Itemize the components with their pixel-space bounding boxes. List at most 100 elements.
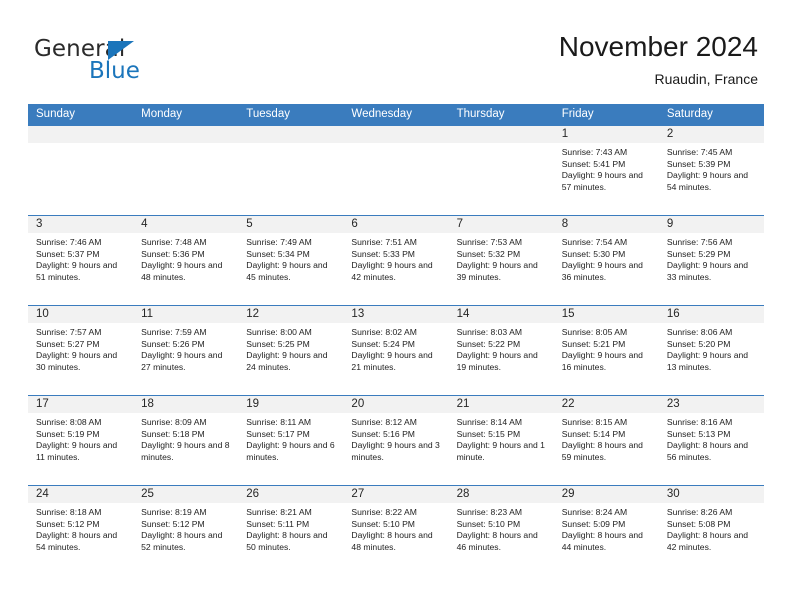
day-cell-inner: 10 Sunrise: 7:57 AM Sunset: 5:27 PM Dayligh… (28, 306, 134, 395)
calendar-day-cell[interactable]: 3 Sunrise: 7:46 AM Sunset: 5:37 PM Daylight… (28, 215, 134, 306)
calendar-day-cell[interactable]: 20 Sunrise: 8:12 AM Sunset: 5:16 PM Dayligh… (343, 395, 449, 486)
sunrise-time: Sunrise: 7:49 AM (246, 237, 312, 247)
day-number: 22 (553, 396, 659, 413)
day-details: Sunrise: 8:00 AM Sunset: 5:25 PM Daylight:… (238, 323, 343, 373)
sunrise-time: Sunrise: 7:59 AM (141, 327, 207, 337)
sunrise-time: Sunrise: 8:16 AM (666, 417, 733, 427)
calendar-day-cell[interactable]: 9 Sunrise: 7:56 AM Sunset: 5:29 PM Daylight… (658, 215, 764, 306)
sunrise-time: Sunrise: 8:22 AM (351, 507, 417, 517)
calendar-day-cell[interactable]: 14 Sunrise: 8:03 AM Sunset: 5:22 PM Dayligh… (448, 305, 554, 396)
calendar-day-cell[interactable]: 13 Sunrise: 8:02 AM Sunset: 5:24 PM Dayligh… (343, 305, 449, 396)
day-number: 19 (238, 396, 344, 413)
column-header-wednesday: Wednesday (343, 104, 449, 126)
calendar-day-cell[interactable]: 21 Sunrise: 8:14 AM Sunset: 5:15 PM Dayligh… (448, 395, 554, 486)
day-details: Sunrise: 8:11 AM Sunset: 5:17 PM Daylight:… (238, 413, 343, 463)
day-number (238, 126, 344, 143)
day-details: Sunrise: 8:08 AM Sunset: 5:19 PM Daylight:… (28, 413, 133, 463)
day-cell-inner: 24 Sunrise: 8:18 AM Sunset: 5:12 PM Dayligh… (28, 486, 134, 576)
daylight-duration: Daylight: 9 hours and 48 minutes. (141, 260, 223, 282)
calendar-header: Sunday Monday Tuesday Wednesday Thursday… (28, 104, 764, 126)
calendar-day-cell-empty (238, 125, 344, 216)
day-number: 10 (28, 306, 134, 323)
calendar-day-cell[interactable]: 1 Sunrise: 7:43 AM Sunset: 5:41 PM Daylight… (553, 125, 659, 216)
day-cell-inner: 2 Sunrise: 7:45 AM Sunset: 5:39 PM Daylight… (658, 126, 764, 215)
day-number: 4 (133, 216, 239, 233)
calendar-day-cell[interactable]: 23 Sunrise: 8:16 AM Sunset: 5:13 PM Dayligh… (658, 395, 764, 486)
day-number: 12 (238, 306, 344, 323)
calendar-day-cell[interactable]: 4 Sunrise: 7:48 AM Sunset: 5:36 PM Daylight… (133, 215, 239, 306)
day-cell-inner: 20 Sunrise: 8:12 AM Sunset: 5:16 PM Dayligh… (343, 396, 449, 485)
sunrise-sunset-calendar-table: Sunday Monday Tuesday Wednesday Thursday… (28, 104, 764, 576)
day-details: Sunrise: 7:53 AM Sunset: 5:32 PM Daylight:… (449, 233, 554, 283)
day-number: 5 (238, 216, 344, 233)
calendar-day-cell[interactable]: 19 Sunrise: 8:11 AM Sunset: 5:17 PM Dayligh… (238, 395, 344, 486)
day-details: Sunrise: 8:24 AM Sunset: 5:09 PM Daylight:… (554, 503, 659, 553)
day-details: Sunrise: 8:18 AM Sunset: 5:12 PM Daylight:… (28, 503, 133, 553)
calendar-day-cell[interactable]: 7 Sunrise: 7:53 AM Sunset: 5:32 PM Daylight… (448, 215, 554, 306)
calendar-day-cell[interactable]: 29 Sunrise: 8:24 AM Sunset: 5:09 PM Dayligh… (553, 485, 659, 576)
column-header-tuesday: Tuesday (238, 104, 344, 126)
day-cell-inner: 11 Sunrise: 7:59 AM Sunset: 5:26 PM Dayligh… (133, 306, 239, 395)
day-number: 15 (553, 306, 659, 323)
day-cell-inner (238, 126, 344, 215)
daylight-duration: Daylight: 9 hours and 27 minutes. (141, 350, 223, 372)
daylight-duration: Daylight: 9 hours and 39 minutes. (456, 260, 538, 282)
calendar-day-cell[interactable]: 11 Sunrise: 7:59 AM Sunset: 5:26 PM Dayligh… (133, 305, 239, 396)
sunrise-time: Sunrise: 8:08 AM (36, 417, 102, 427)
calendar-day-cell[interactable]: 28 Sunrise: 8:23 AM Sunset: 5:10 PM Dayligh… (448, 485, 554, 576)
day-details: Sunrise: 8:02 AM Sunset: 5:24 PM Daylight:… (343, 323, 448, 373)
calendar-week-row: 10 Sunrise: 7:57 AM Sunset: 5:27 PM Dayligh… (28, 305, 764, 396)
calendar-day-cell[interactable]: 6 Sunrise: 7:51 AM Sunset: 5:33 PM Daylight… (343, 215, 449, 306)
day-number: 26 (238, 486, 344, 503)
day-details: Sunrise: 7:59 AM Sunset: 5:26 PM Daylight:… (133, 323, 238, 373)
day-cell-inner: 4 Sunrise: 7:48 AM Sunset: 5:36 PM Daylight… (133, 216, 239, 305)
calendar-day-cell[interactable]: 18 Sunrise: 8:09 AM Sunset: 5:18 PM Dayligh… (133, 395, 239, 486)
calendar-day-cell[interactable]: 24 Sunrise: 8:18 AM Sunset: 5:12 PM Dayligh… (28, 485, 134, 576)
day-cell-inner (133, 126, 239, 215)
day-cell-inner: 14 Sunrise: 8:03 AM Sunset: 5:22 PM Dayligh… (448, 306, 554, 395)
calendar-day-cell[interactable]: 15 Sunrise: 8:05 AM Sunset: 5:21 PM Dayligh… (553, 305, 659, 396)
sunset-time: Sunset: 5:09 PM (561, 518, 626, 529)
calendar-day-cell[interactable]: 12 Sunrise: 8:00 AM Sunset: 5:25 PM Dayligh… (238, 305, 344, 396)
daylight-duration: Daylight: 9 hours and 57 minutes. (561, 170, 643, 192)
daylight-duration: Daylight: 9 hours and 54 minutes. (666, 170, 749, 192)
day-number: 25 (133, 486, 239, 503)
sunset-time: Sunset: 5:37 PM (36, 248, 100, 259)
day-number: 2 (658, 126, 764, 143)
daylight-duration: Daylight: 8 hours and 52 minutes. (141, 530, 223, 552)
calendar-day-cell[interactable]: 22 Sunrise: 8:15 AM Sunset: 5:14 PM Dayligh… (553, 395, 659, 486)
calendar-day-cell[interactable]: 16 Sunrise: 8:06 AM Sunset: 5:20 PM Dayligh… (658, 305, 764, 396)
day-number: 3 (28, 216, 134, 233)
sunrise-time: Sunrise: 8:12 AM (351, 417, 417, 427)
calendar-day-cell[interactable]: 8 Sunrise: 7:54 AM Sunset: 5:30 PM Daylight… (553, 215, 659, 306)
calendar-day-cell[interactable]: 17 Sunrise: 8:08 AM Sunset: 5:19 PM Dayligh… (28, 395, 134, 486)
daylight-duration: Daylight: 9 hours and 36 minutes. (561, 260, 643, 282)
title-block: November 2024 Ruaudin, France (559, 30, 758, 88)
day-cell-inner: 8 Sunrise: 7:54 AM Sunset: 5:30 PM Daylight… (553, 216, 659, 305)
general-blue-logo[interactable]: General Blue (34, 36, 264, 92)
calendar-day-cell[interactable]: 27 Sunrise: 8:22 AM Sunset: 5:10 PM Dayligh… (343, 485, 449, 576)
daylight-duration: Daylight: 8 hours and 59 minutes. (561, 440, 643, 462)
day-number (133, 126, 239, 143)
day-cell-inner: 21 Sunrise: 8:14 AM Sunset: 5:15 PM Dayligh… (448, 396, 554, 485)
calendar-day-cell[interactable]: 25 Sunrise: 8:19 AM Sunset: 5:12 PM Dayligh… (133, 485, 239, 576)
daylight-duration: Daylight: 9 hours and 8 minutes. (141, 440, 230, 462)
day-cell-inner: 3 Sunrise: 7:46 AM Sunset: 5:37 PM Daylight… (28, 216, 134, 305)
day-cell-inner: 18 Sunrise: 8:09 AM Sunset: 5:18 PM Dayligh… (133, 396, 239, 485)
day-cell-inner: 29 Sunrise: 8:24 AM Sunset: 5:09 PM Dayligh… (553, 486, 659, 576)
calendar-day-cell[interactable]: 26 Sunrise: 8:21 AM Sunset: 5:11 PM Dayligh… (238, 485, 344, 576)
daylight-duration: Daylight: 8 hours and 50 minutes. (246, 530, 328, 552)
daylight-duration: Daylight: 9 hours and 45 minutes. (246, 260, 328, 282)
day-details: Sunrise: 7:45 AM Sunset: 5:39 PM Daylight:… (659, 143, 764, 193)
calendar-day-cell[interactable]: 2 Sunrise: 7:45 AM Sunset: 5:39 PM Daylight… (658, 125, 764, 216)
calendar-day-cell[interactable]: 10 Sunrise: 7:57 AM Sunset: 5:27 PM Dayligh… (28, 305, 134, 396)
calendar-day-cell[interactable]: 30 Sunrise: 8:26 AM Sunset: 5:08 PM Dayligh… (658, 485, 764, 576)
day-cell-inner: 27 Sunrise: 8:22 AM Sunset: 5:10 PM Dayligh… (343, 486, 449, 576)
sunrise-time: Sunrise: 8:11 AM (246, 417, 312, 427)
calendar-day-cell[interactable]: 5 Sunrise: 7:49 AM Sunset: 5:34 PM Daylight… (238, 215, 344, 306)
daylight-duration: Daylight: 9 hours and 19 minutes. (456, 350, 538, 372)
sunset-time: Sunset: 5:20 PM (666, 338, 731, 349)
daylight-duration: Daylight: 9 hours and 51 minutes. (36, 260, 118, 282)
sunset-time: Sunset: 5:12 PM (141, 518, 205, 529)
day-cell-inner (343, 126, 449, 215)
